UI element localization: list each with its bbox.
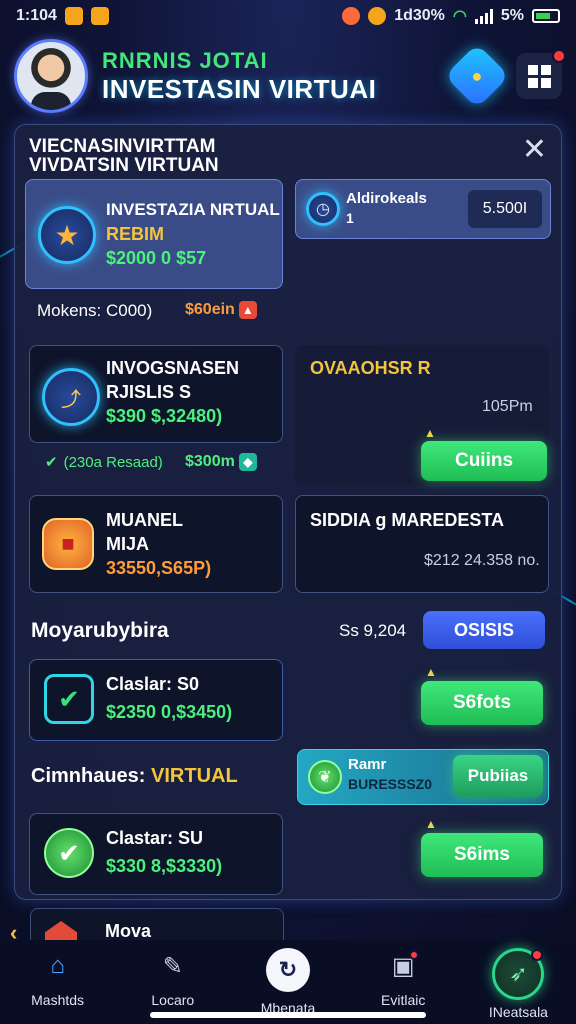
star-icon: ★	[38, 206, 96, 264]
section-title-accent: VIRTUAL	[151, 765, 238, 787]
refresh-icon: ↻	[266, 948, 310, 992]
stat-value: 105Pm	[482, 398, 533, 415]
header-titles: RNRNIS JOTAI INVESTASIN VIRTUAI	[102, 48, 376, 105]
card-amount: 33550,S65P)	[106, 558, 212, 578]
card-title: Claslar: S0	[106, 674, 200, 694]
shield-icon: ■	[42, 518, 94, 570]
investment-card[interactable]: ✔ Claslar: S0 $2350 0,$3450)	[29, 659, 283, 741]
row-tag: $300m ◆	[185, 453, 257, 471]
grid-icon	[527, 64, 551, 88]
section-title: Moyarubybira	[31, 619, 169, 642]
row-tag-text: $300m	[185, 453, 235, 470]
pubiias-button[interactable]: Pubiias	[453, 755, 543, 797]
notification-badge	[531, 949, 544, 961]
row-info: ✔ (230a Resaad)	[45, 453, 163, 472]
check-icon: ✔	[44, 828, 94, 878]
card-title: INVESTAZIA NRTUAL	[106, 200, 280, 219]
osisis-button[interactable]: OSISIS	[423, 611, 545, 649]
investment-card[interactable]: ✔ Clastar: SU $330 8,$3330)	[29, 813, 283, 895]
notification-icon	[342, 7, 361, 25]
signal-icon	[474, 8, 493, 24]
promo-title: Ramr	[348, 756, 387, 773]
stat-card: SIDDIA g MAREDESTA $212 24.358 no.	[295, 495, 549, 593]
notification-icon	[90, 7, 109, 25]
notification-badge	[552, 49, 566, 63]
home-icon: ⌂	[50, 952, 65, 979]
nav-item-home[interactable]: ⌂ Mashtds	[0, 940, 115, 1024]
page-title: INVESTASIN VIRTUAI	[102, 73, 377, 104]
reward-button[interactable]: ●	[444, 43, 510, 109]
status-bar: 1:104 1d30% ◠ 5%	[0, 0, 576, 32]
nav-label: Evitlaic	[381, 992, 426, 1008]
card-title: MUANEL	[106, 510, 183, 530]
nav-label: Mashtds	[31, 992, 85, 1008]
app-header: RNRNIS JOTAI INVESTASIN VIRTUAI ●	[14, 36, 566, 116]
chart-icon: ▣	[385, 948, 421, 984]
s6fots-button[interactable]: S6fots	[421, 681, 543, 725]
section-value: Sѕ 9,204	[339, 621, 407, 640]
battery-icon	[532, 9, 560, 23]
balance-label: Aldirokeals	[346, 190, 427, 207]
nav-item-rocket[interactable]: ➶ INeatsala	[461, 940, 576, 1024]
chart-icon: ⤴	[42, 368, 100, 426]
sparkle-icon: ▲	[424, 426, 436, 440]
section-title: Cimnhaues: VIRTUAL	[31, 765, 238, 788]
notification-badge	[409, 950, 420, 960]
balance-label-sub: 1	[346, 210, 354, 226]
stat-value: $212 24.358 no.	[424, 552, 540, 569]
card-title: Mova	[105, 921, 152, 941]
check-icon: ✔	[44, 674, 94, 724]
status-time: 1:104	[16, 7, 57, 24]
balance-value-box: 5.500I	[468, 190, 542, 228]
status-indicator-text: 1d30%	[394, 7, 445, 24]
notification-icon	[64, 7, 83, 25]
menu-button[interactable]	[516, 49, 566, 99]
sparkle-icon: ▲	[425, 817, 437, 831]
card-amount: $390 $,32480)	[106, 406, 223, 426]
check-icon: ✔	[45, 454, 58, 471]
home-indicator	[150, 1012, 426, 1018]
row-tag-text: $60ein	[185, 301, 235, 318]
investment-card[interactable]: ⤴ INVOGSNASEN RJISLIS S $390 $,32480)	[29, 345, 283, 443]
section-title-text: Cimnhaues:	[31, 765, 146, 787]
balance-card[interactable]: ◷ Aldirokeals 1 5.500I	[295, 179, 551, 239]
header-subtitle: RNRNIS JOTAI	[102, 47, 268, 73]
fire-icon: ▲	[238, 301, 257, 319]
wifi-icon: ◠	[452, 8, 467, 25]
row-left: (230a Resaad)	[63, 453, 163, 471]
nav-label: INeatsala	[488, 1004, 548, 1020]
card-title: INVOGSNASEN	[106, 358, 240, 378]
leaf-icon: ❦	[308, 760, 342, 794]
sparkle-icon: ▲	[425, 665, 437, 679]
timer-icon: ◷	[306, 192, 340, 226]
card-subtitle: MIJA	[106, 534, 150, 554]
coin-icon: ●	[471, 65, 483, 86]
card-subtitle: REBIM	[106, 224, 164, 244]
investment-card[interactable]: ■ MUANEL MIJA 33550,S65P)	[29, 495, 283, 593]
card-amount: $2350 0,$3450)	[106, 702, 233, 722]
row-info: Mokens: C000)	[37, 301, 153, 320]
tools-icon: ✎	[162, 952, 183, 980]
card-amount: $2000 0 $57	[106, 248, 207, 268]
panel-title: VIECNASINVIRTTAM VIVDATSIN VIRTUAN	[29, 136, 219, 176]
row-tag: $60ein ▲	[185, 301, 257, 319]
stat-title: OVAAOHSR R	[310, 358, 431, 378]
promo-sub: BURESSSZ0	[348, 776, 433, 792]
s6ims-button[interactable]: S6ims	[421, 833, 543, 877]
stat-title: SIDDIA g MAREDESTA	[310, 510, 505, 530]
card-title: Clastar: SU	[106, 828, 204, 848]
nav-label: Locaro	[151, 992, 195, 1008]
investment-card[interactable]: ★ INVESTAZIA NRTUAL REBIM $2000 0 $57	[25, 179, 283, 289]
notification-icon	[368, 7, 387, 25]
card-subtitle: RJISLIS S	[106, 382, 192, 402]
close-icon[interactable]: ✕	[522, 135, 547, 165]
rocket-icon: ➶	[492, 948, 545, 1000]
avatar[interactable]	[14, 39, 88, 113]
balance-value: 5.500I	[482, 200, 528, 217]
cuiins-button[interactable]: Cuiins	[421, 441, 547, 481]
investment-panel: VIECNASINVIRTTAM VIVDATSIN VIRTUAN ✕ ★ I…	[14, 124, 562, 900]
leaf-icon: ◆	[238, 453, 257, 471]
card-amount: $330 8,$3330)	[106, 856, 223, 876]
battery-percent: 5%	[500, 7, 524, 24]
